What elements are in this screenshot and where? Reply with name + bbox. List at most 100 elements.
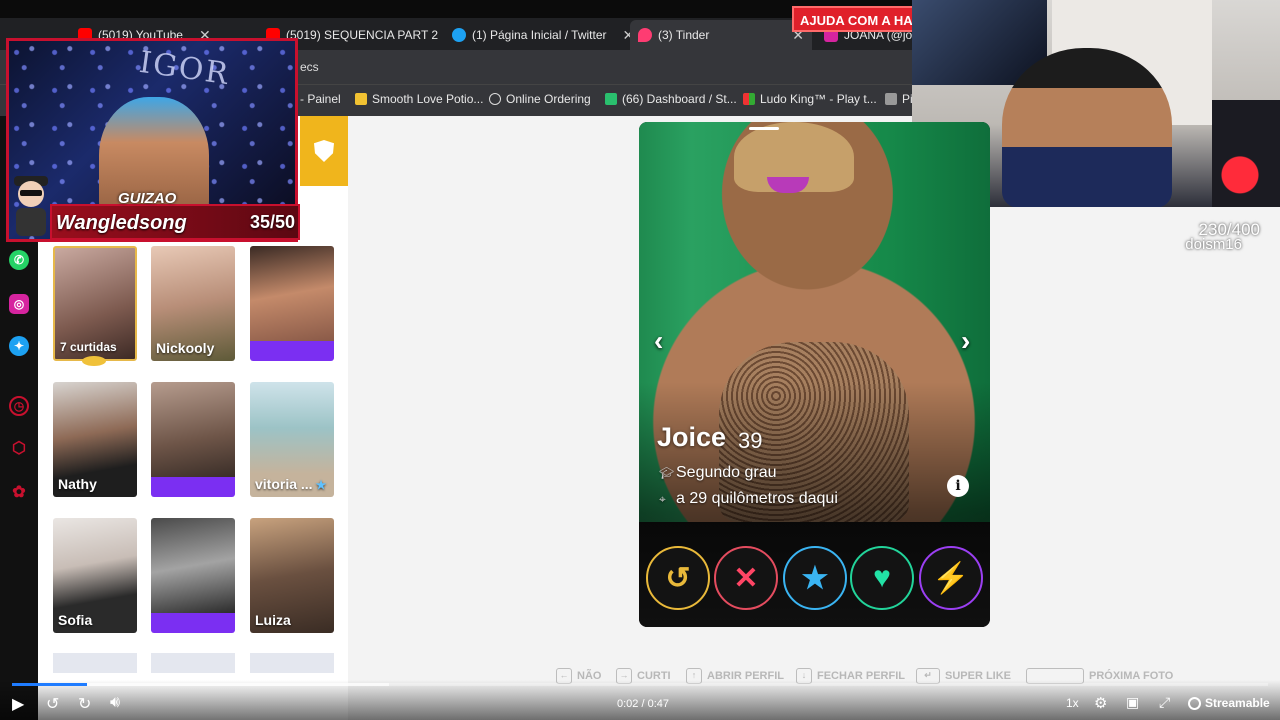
education-text: Segundo grau [676, 464, 777, 481]
bookmark-icon [605, 93, 617, 105]
screen: (5019) YouTube ✕ (5019) SEQUENCIA PART 2… [0, 0, 1280, 720]
card-name: Nathy [58, 476, 97, 492]
profile-age: 39 [738, 428, 763, 453]
tab-label: (1) Página Inicial / Twitter [472, 28, 607, 42]
playback-time: 0:02 / 0:47 [617, 698, 669, 710]
box-icon[interactable]: ⬡ [9, 438, 29, 458]
match-card[interactable]: Emilin ... ⚡ [151, 518, 235, 633]
twitter-icon [452, 28, 466, 42]
score-username: doism16 [1185, 236, 1242, 253]
picture-in-picture-icon[interactable]: ▣ [1126, 694, 1139, 711]
likes-badge [82, 356, 106, 366]
twitter-icon[interactable]: ✦ [9, 336, 29, 356]
match-card[interactable]: vitoria ... ★ [250, 382, 334, 497]
instagram-icon[interactable]: ◎ [9, 294, 29, 314]
progress-played[interactable] [12, 683, 87, 686]
card-name-text: Madu [156, 479, 193, 495]
match-card[interactable]: Sofia [53, 518, 137, 633]
streamer-figure [1002, 48, 1172, 207]
rewind-10-icon[interactable]: ↺ [46, 694, 59, 714]
distance-text: a 29 quilômetros daqui [676, 490, 838, 507]
profile-education: 🎓︎ Segundo grau [659, 464, 777, 482]
streamable-logo-icon [1188, 696, 1201, 710]
bookmark-ludo-king[interactable]: Ludo King™ - Play t... [743, 92, 877, 106]
info-button[interactable]: i [947, 475, 969, 497]
prev-photo-icon[interactable]: ‹ [654, 325, 663, 357]
match-card[interactable]: Naiara ⚡ [250, 246, 334, 361]
boost-icon: ⚡ [195, 483, 210, 495]
shield-icon [314, 140, 334, 162]
overlay-banner: AJUDA COM A HABI [792, 6, 914, 32]
bookmark-label: Online Ordering [506, 92, 591, 106]
card-name: vitoria ... ★ [255, 476, 326, 492]
bookmark-label: (66) Dashboard / St... [622, 92, 737, 106]
bookmark-dashboard[interactable]: (66) Dashboard / St... [605, 92, 737, 106]
settings-gear-icon[interactable]: ⚙ [1094, 694, 1107, 712]
super-like-button[interactable]: ★ [783, 546, 847, 610]
bookmark-more[interactable]: Pi [885, 92, 913, 106]
tab-label: (3) Tinder [658, 28, 710, 42]
boost-button[interactable]: ⚡ [919, 546, 983, 610]
tinder-flame-icon [638, 28, 652, 42]
bookmark-icon [355, 93, 367, 105]
bookmark-online-ordering[interactable]: Online Ordering [489, 92, 591, 106]
card-name-text: Emilin ... [156, 615, 214, 631]
bookmark-label: Smooth Love Potio... [372, 92, 484, 106]
card-name: Luiza [255, 612, 291, 628]
next-photo-icon[interactable]: › [961, 325, 970, 357]
play-icon[interactable]: ▶ [12, 694, 24, 714]
card-name: Madu ⚡ [156, 479, 209, 495]
match-card[interactable]: Madu ⚡ [151, 382, 235, 497]
ring-light [1212, 100, 1280, 207]
gear-icon[interactable]: ✿ [9, 482, 29, 502]
profile-distance: ⌖ a 29 quilômetros daqui [659, 490, 838, 508]
match-card[interactable]: Luiza [250, 518, 334, 633]
bookmark-painel[interactable]: - Painel [300, 92, 341, 106]
boost-icon: ⚡ [216, 619, 231, 631]
pause-circle-icon [489, 93, 501, 105]
profile-name: Joice [657, 422, 727, 452]
card-name: Nickooly [156, 340, 215, 356]
bookmark-label: - Painel [300, 92, 341, 106]
match-card[interactable]: Nathy [53, 382, 137, 497]
tab-twitter[interactable]: (1) Página Inicial / Twitter ✕ [444, 22, 642, 48]
mascot-avatar-icon [14, 176, 48, 236]
brand-label: Streamable [1205, 696, 1270, 710]
fullscreen-icon[interactable]: ⤢ [1159, 694, 1170, 711]
boost-icon: ⚡ [300, 347, 315, 359]
graduation-cap-icon: 🎓︎ [659, 466, 675, 480]
nope-button[interactable]: ✕ [714, 546, 778, 610]
location-pin-icon: ⌖ [659, 492, 666, 506]
volume-icon[interactable]: 🔊︎ [110, 694, 120, 712]
card-name: 7 curtidas [60, 340, 117, 354]
card-name: Sofia [58, 612, 93, 628]
match-card[interactable]: Nickooly [151, 246, 235, 361]
match-card-partial [53, 653, 137, 673]
card-name-text: vitoria ... [255, 476, 313, 492]
streamable-link[interactable]: Streamable [1188, 696, 1270, 710]
viewer-name: Wangledsong [56, 212, 187, 234]
bookmark-label: Ludo King™ - Play t... [760, 92, 877, 106]
bookmark-icon [885, 93, 897, 105]
safety-shield-button[interactable] [300, 116, 348, 186]
rewind-button[interactable]: ↺ [646, 546, 710, 610]
bookmark-smooth-love[interactable]: Smooth Love Potio... [355, 92, 483, 106]
tab-tinder[interactable]: (3) Tinder ✕ [630, 20, 812, 50]
match-card-partial [151, 653, 235, 673]
forward-10-icon[interactable]: ↻ [78, 694, 91, 714]
likes-card[interactable]: 7 curtidas [53, 246, 137, 361]
ludo-icon [743, 93, 755, 105]
whatsapp-icon[interactable]: ✆ [9, 250, 29, 270]
clock-icon[interactable]: ◷ [9, 396, 29, 416]
card-name-text: Naiara [255, 343, 298, 359]
speed-button[interactable]: 1x [1066, 696, 1079, 710]
viewer-counter: 35/50 [250, 212, 296, 232]
streamer-tag: GUIZAO [118, 190, 177, 207]
card-name: Naiara ⚡ [255, 343, 315, 359]
card-name: Emilin ... ⚡ [156, 615, 230, 631]
match-card-partial [250, 653, 334, 673]
photo-pager-indicator[interactable] [749, 127, 779, 130]
like-button[interactable]: ♥ [850, 546, 914, 610]
address-text: ecs [300, 60, 319, 74]
super-like-star-icon: ★ [315, 478, 327, 492]
